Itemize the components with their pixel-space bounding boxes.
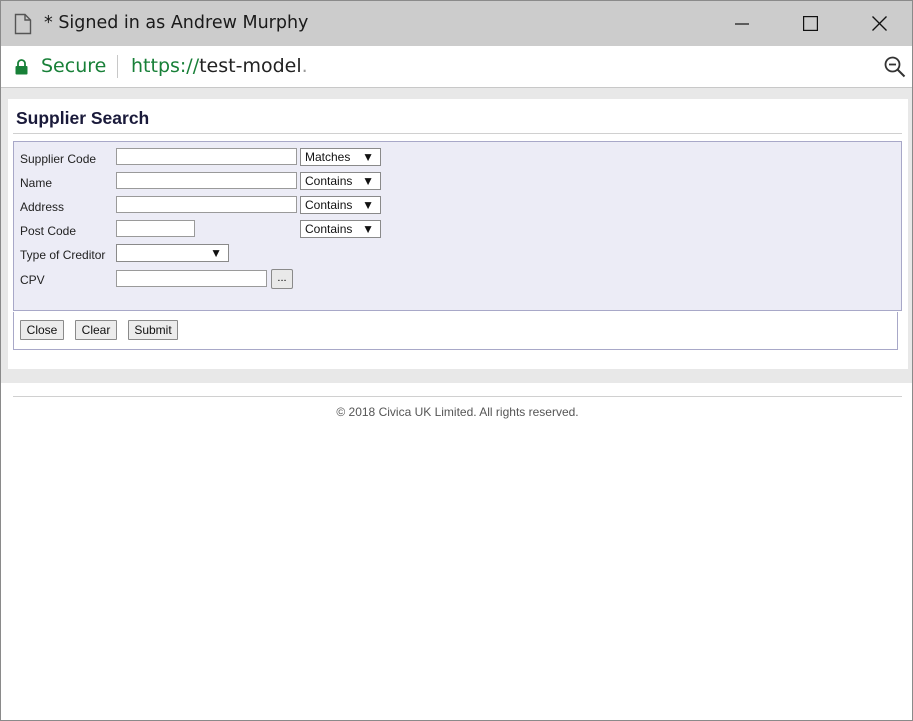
name-match-select[interactable]: Contains ▼ (300, 172, 381, 190)
minimize-button[interactable] (719, 1, 765, 46)
post-code-label: Post Code (20, 224, 77, 238)
close-icon (871, 16, 887, 31)
lock-icon (15, 59, 28, 75)
address-label: Address (20, 200, 65, 214)
supplier-code-match-select[interactable]: Matches ▼ (300, 148, 381, 166)
address-match-select[interactable]: Contains ▼ (300, 196, 381, 214)
dropdown-arrow-icon: ▼ (210, 246, 222, 260)
supplier-code-match-value: Matches (305, 150, 351, 164)
clear-button[interactable]: Clear (75, 320, 117, 340)
url-host: test-model (199, 55, 302, 77)
url-fade: . (301, 55, 308, 77)
name-match-value: Contains (305, 174, 353, 188)
secure-label: Secure (41, 55, 107, 77)
dropdown-arrow-icon: ▼ (362, 198, 374, 212)
type-of-creditor-label: Type of Creditor (20, 248, 106, 262)
name-label: Name (20, 176, 53, 190)
maximize-icon (802, 16, 818, 31)
footer-divider (13, 396, 902, 397)
address-input[interactable] (116, 196, 297, 213)
close-button[interactable]: Close (20, 320, 64, 340)
title-bar: * Signed in as Andrew Murphy (1, 1, 912, 46)
cpv-browse-button[interactable]: ... (271, 269, 293, 289)
minimize-icon (735, 22, 749, 25)
address-divider (117, 55, 118, 78)
dropdown-arrow-icon: ▼ (362, 150, 374, 164)
close-window-button[interactable] (856, 1, 902, 46)
title-divider (13, 133, 902, 134)
submit-button[interactable]: Submit (128, 320, 178, 340)
address-match-value: Contains (305, 198, 353, 212)
post-code-match-value: Contains (305, 222, 353, 236)
window-title: * Signed in as Andrew Murphy (44, 13, 309, 33)
page-title: Supplier Search (16, 108, 150, 128)
dropdown-arrow-icon: ▼ (362, 222, 374, 236)
cpv-input[interactable] (116, 270, 267, 287)
name-input[interactable] (116, 172, 297, 189)
document-icon (14, 13, 32, 35)
footer-copyright: © 2018 Civica UK Limited. All rights res… (336, 405, 579, 419)
dropdown-arrow-icon: ▼ (362, 174, 374, 188)
address-bar[interactable]: Secure https://test-model. (1, 46, 912, 88)
zoom-out-icon[interactable] (884, 56, 906, 78)
supplier-code-input[interactable] (116, 148, 297, 165)
supplier-code-label: Supplier Code (20, 152, 97, 166)
url-text[interactable]: https://test-model. (131, 55, 308, 77)
url-scheme: https:// (131, 55, 200, 77)
browser-window: * Signed in as Andrew Murphy Secure http… (0, 0, 913, 721)
type-of-creditor-select[interactable]: ▼ (116, 244, 229, 262)
cpv-label: CPV (20, 273, 45, 287)
post-code-match-select[interactable]: Contains ▼ (300, 220, 381, 238)
maximize-button[interactable] (787, 1, 833, 46)
post-code-input[interactable] (116, 220, 195, 237)
